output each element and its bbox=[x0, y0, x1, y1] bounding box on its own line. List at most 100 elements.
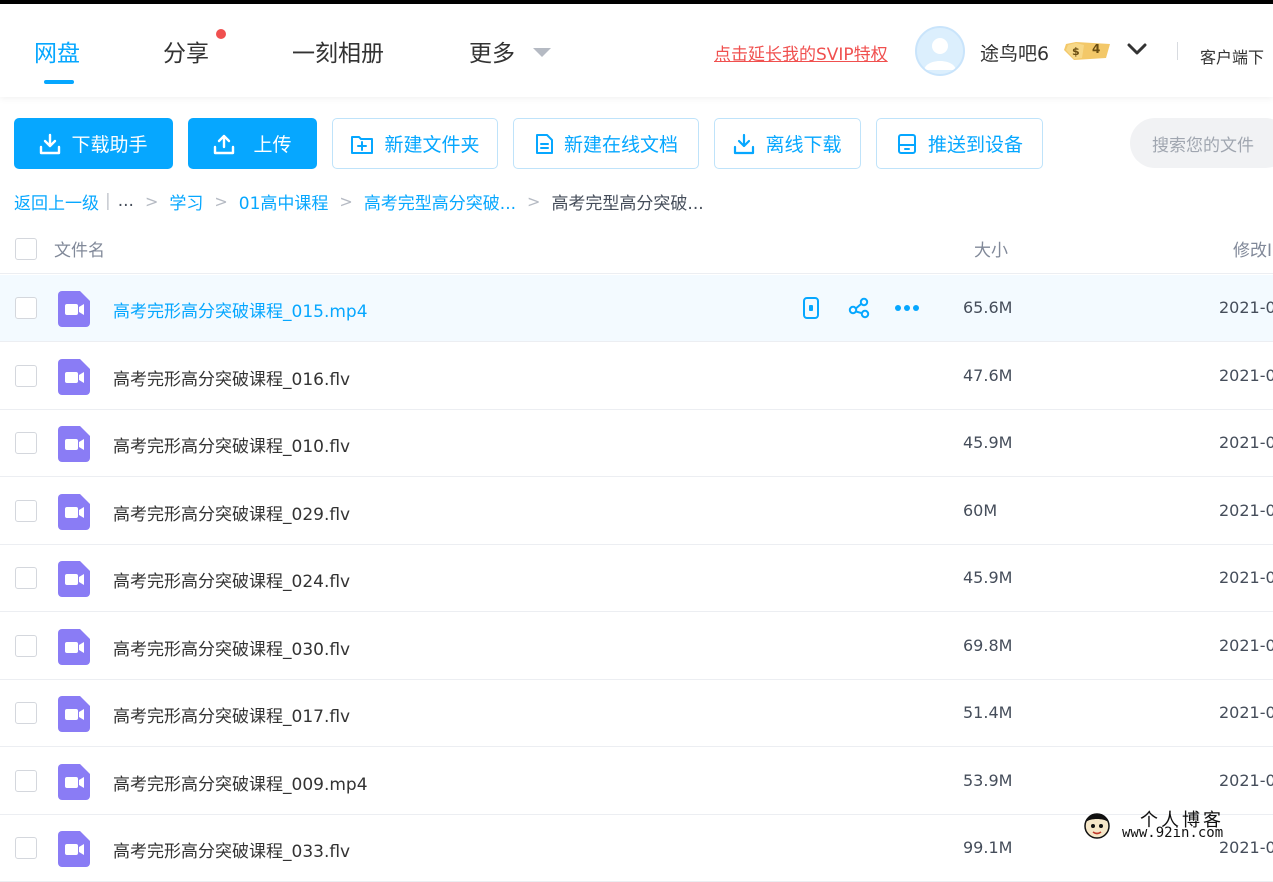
file-name[interactable]: 高考完形高分突破课程_030.flv bbox=[113, 635, 350, 660]
new-online-doc-button[interactable]: 新建在线文档 bbox=[513, 118, 699, 169]
chevron-down-icon[interactable] bbox=[1127, 42, 1147, 56]
file-row[interactable]: 高考完形高分突破课程_029.flv 60M 2021-0 bbox=[0, 478, 1273, 545]
file-size: 99.1M bbox=[963, 838, 1013, 857]
offline-download-button[interactable]: 离线下载 bbox=[714, 118, 861, 169]
video-file-icon bbox=[58, 561, 90, 597]
new-folder-button[interactable]: 新建文件夹 bbox=[332, 118, 498, 169]
file-name[interactable]: 高考完形高分突破课程_029.flv bbox=[113, 500, 350, 525]
file-name[interactable]: 高考完形高分突破课程_033.flv bbox=[113, 837, 350, 862]
file-modified-date: 2021-0 bbox=[1219, 636, 1273, 655]
upload-button[interactable]: 上传 bbox=[188, 118, 317, 169]
breadcrumb-pipe: | bbox=[105, 191, 111, 211]
watermark: 个人博客 www.92in.com bbox=[1080, 806, 1270, 844]
tab-more[interactable]: 更多 bbox=[469, 34, 515, 68]
tab-album[interactable]: 一刻相册 bbox=[292, 34, 384, 68]
upload-icon bbox=[213, 133, 235, 155]
device-icon bbox=[896, 133, 918, 155]
push-to-device-label: 推送到设备 bbox=[927, 134, 1023, 156]
row-checkbox[interactable] bbox=[15, 770, 37, 792]
svip-level-number: 4 bbox=[1092, 42, 1101, 56]
video-file-icon bbox=[58, 764, 90, 800]
breadcrumb-separator-icon: > bbox=[144, 191, 159, 211]
file-size: 47.6M bbox=[963, 366, 1013, 385]
row-checkbox[interactable] bbox=[15, 567, 37, 589]
file-size: 69.8M bbox=[963, 636, 1013, 655]
user-avatar-icon bbox=[924, 38, 956, 70]
row-checkbox[interactable] bbox=[15, 365, 37, 387]
download-helper-label: 下载助手 bbox=[71, 134, 148, 156]
select-all-checkbox[interactable] bbox=[15, 238, 37, 260]
phone-push-icon[interactable] bbox=[798, 295, 824, 321]
file-row[interactable]: 高考完形高分突破课程_016.flv 47.6M 2021-0 bbox=[0, 343, 1273, 410]
column-header-modified[interactable]: 修改I bbox=[1233, 236, 1272, 261]
column-header-name[interactable]: 文件名 bbox=[54, 236, 105, 261]
push-to-device-button[interactable]: 推送到设备 bbox=[876, 118, 1043, 169]
breadcrumb-separator-icon: > bbox=[339, 191, 353, 211]
file-modified-date: 2021-0 bbox=[1219, 366, 1273, 385]
file-table-header: 文件名 大小 修改I bbox=[0, 226, 1273, 274]
row-checkbox[interactable] bbox=[15, 702, 37, 724]
svip-renew-link[interactable]: 点击延长我的SVIP特权 bbox=[714, 40, 888, 65]
file-name[interactable]: 高考完形高分突破课程_015.mp4 bbox=[113, 297, 368, 322]
file-name[interactable]: 高考完形高分突破课程_010.flv bbox=[113, 432, 350, 457]
video-file-icon bbox=[58, 831, 90, 867]
video-file-icon bbox=[58, 494, 90, 530]
video-file-icon bbox=[58, 629, 90, 665]
file-modified-date: 2021-0 bbox=[1219, 501, 1273, 520]
file-name[interactable]: 高考完形高分突破课程_016.flv bbox=[113, 365, 350, 390]
file-name[interactable]: 高考完形高分突破课程_024.flv bbox=[113, 567, 350, 592]
file-row[interactable]: 高考完形高分突破课程_009.mp4 53.9M 2021-0 bbox=[0, 748, 1273, 815]
breadcrumb-item-course[interactable]: 高考完型高分突破... bbox=[364, 189, 516, 214]
breadcrumb-item-study[interactable]: 学习 bbox=[169, 189, 203, 214]
share-notification-dot bbox=[216, 29, 226, 39]
watermark-url: www.92in.com bbox=[1122, 825, 1224, 841]
breadcrumb-separator-icon: > bbox=[527, 191, 541, 211]
download-helper-button[interactable]: 下载助手 bbox=[14, 118, 173, 169]
mascot-face-icon bbox=[1084, 813, 1110, 839]
avatar[interactable] bbox=[915, 26, 965, 76]
search-input[interactable]: 搜索您的文件 bbox=[1130, 118, 1273, 168]
download-icon bbox=[733, 133, 755, 155]
new-online-doc-label: 新建在线文档 bbox=[563, 134, 678, 156]
breadcrumb-ellipsis[interactable]: ... bbox=[118, 191, 134, 211]
file-name[interactable]: 高考完形高分突破课程_009.mp4 bbox=[113, 770, 368, 795]
header-divider bbox=[1177, 42, 1178, 60]
new-folder-icon bbox=[350, 133, 374, 155]
client-download-link[interactable]: 客户端下 bbox=[1200, 44, 1264, 68]
file-size: 60M bbox=[963, 501, 998, 520]
breadcrumb-separator-icon: > bbox=[214, 191, 228, 211]
row-checkbox[interactable] bbox=[15, 297, 37, 319]
breadcrumb-current: 高考完型高分突破... bbox=[551, 193, 704, 214]
row-checkbox[interactable] bbox=[15, 837, 37, 859]
file-size: 45.9M bbox=[963, 433, 1013, 452]
file-row[interactable]: 高考完形高分突破课程_015.mp4 65.6M 2021-0 bbox=[0, 275, 1273, 342]
video-file-icon bbox=[58, 291, 90, 327]
svip-diamond-icon: $ bbox=[1064, 42, 1110, 60]
video-file-icon bbox=[58, 359, 90, 395]
row-checkbox[interactable] bbox=[15, 432, 37, 454]
tab-netdisk[interactable]: 网盘 bbox=[34, 34, 80, 68]
video-file-icon bbox=[58, 426, 90, 462]
file-size: 45.9M bbox=[963, 568, 1013, 587]
file-row[interactable]: 高考完形高分突破课程_024.flv 45.9M 2021-0 bbox=[0, 545, 1273, 612]
row-checkbox[interactable] bbox=[15, 635, 37, 657]
file-row[interactable]: 高考完形高分突破课程_017.flv 51.4M 2021-0 bbox=[0, 680, 1273, 747]
file-row[interactable]: 高考完形高分突破课程_030.flv 69.8M 2021-0 bbox=[0, 613, 1273, 680]
file-name[interactable]: 高考完形高分突破课程_017.flv bbox=[113, 702, 350, 727]
new-folder-label: 新建文件夹 bbox=[384, 134, 480, 156]
svip-level-badge[interactable]: $ 4 bbox=[1062, 40, 1112, 62]
file-modified-date: 2021-0 bbox=[1219, 298, 1273, 317]
more-icon[interactable] bbox=[894, 295, 920, 321]
share-icon[interactable] bbox=[846, 295, 872, 321]
column-header-size[interactable]: 大小 bbox=[974, 236, 1008, 261]
caret-down-icon[interactable] bbox=[533, 48, 551, 57]
video-file-icon bbox=[58, 696, 90, 732]
row-checkbox[interactable] bbox=[15, 500, 37, 522]
tab-share[interactable]: 分享 bbox=[163, 34, 209, 68]
username[interactable]: 途鸟吧6 bbox=[980, 39, 1049, 66]
top-navigation-bar: 网盘 分享 一刻相册 更多 点击延长我的SVIP特权 途鸟吧6 $ 4 客户端下 bbox=[0, 4, 1273, 97]
breadcrumb-item-highschool[interactable]: 01高中课程 bbox=[239, 189, 329, 214]
file-row[interactable]: 高考完形高分突破课程_010.flv 45.9M 2021-0 bbox=[0, 410, 1273, 477]
breadcrumb-back-link[interactable]: 返回上一级 bbox=[14, 189, 99, 214]
document-icon bbox=[534, 133, 554, 155]
